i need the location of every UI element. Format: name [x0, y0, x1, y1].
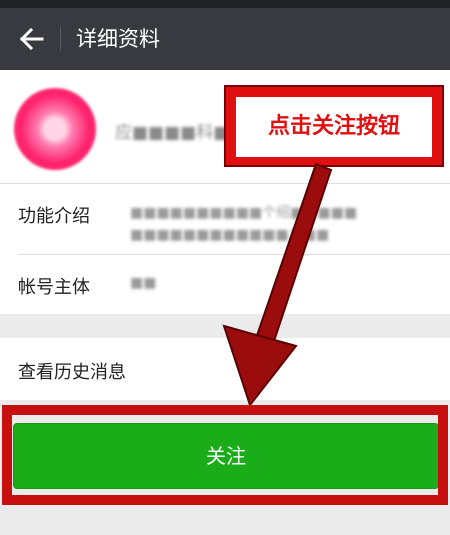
- status-bar: [0, 0, 450, 8]
- intro-value-line2: ■■■■■■■■■■■■息■■: [130, 227, 330, 243]
- owner-label: 帐号主体: [18, 277, 90, 298]
- avatar[interactable]: [14, 88, 96, 170]
- back-button[interactable]: [10, 16, 54, 62]
- page-title: 详细资料: [76, 27, 160, 51]
- intro-label: 功能介绍: [18, 206, 90, 227]
- row-divider: [18, 254, 450, 255]
- arrow-left-icon: [20, 28, 44, 50]
- account-name: 应■■■■科■: [115, 123, 230, 143]
- owner-value: ■■: [130, 275, 157, 291]
- follow-button[interactable]: 关注: [13, 423, 439, 489]
- annotation-callout-text: 点击关注按钮: [267, 114, 400, 139]
- history-label: 查看历史消息: [18, 362, 126, 383]
- history-messages-row[interactable]: 查看历史消息: [0, 338, 450, 400]
- title-bar: 详细资料: [0, 8, 450, 70]
- intro-value-line1: ■■■■■■■■■■个绍■新■■■: [130, 205, 358, 221]
- info-section: 功能介绍 ■■■■■■■■■■个绍■新■■■ ■■■■■■■■■■■■息■■ 帐…: [0, 184, 450, 314]
- header-divider: [60, 27, 61, 51]
